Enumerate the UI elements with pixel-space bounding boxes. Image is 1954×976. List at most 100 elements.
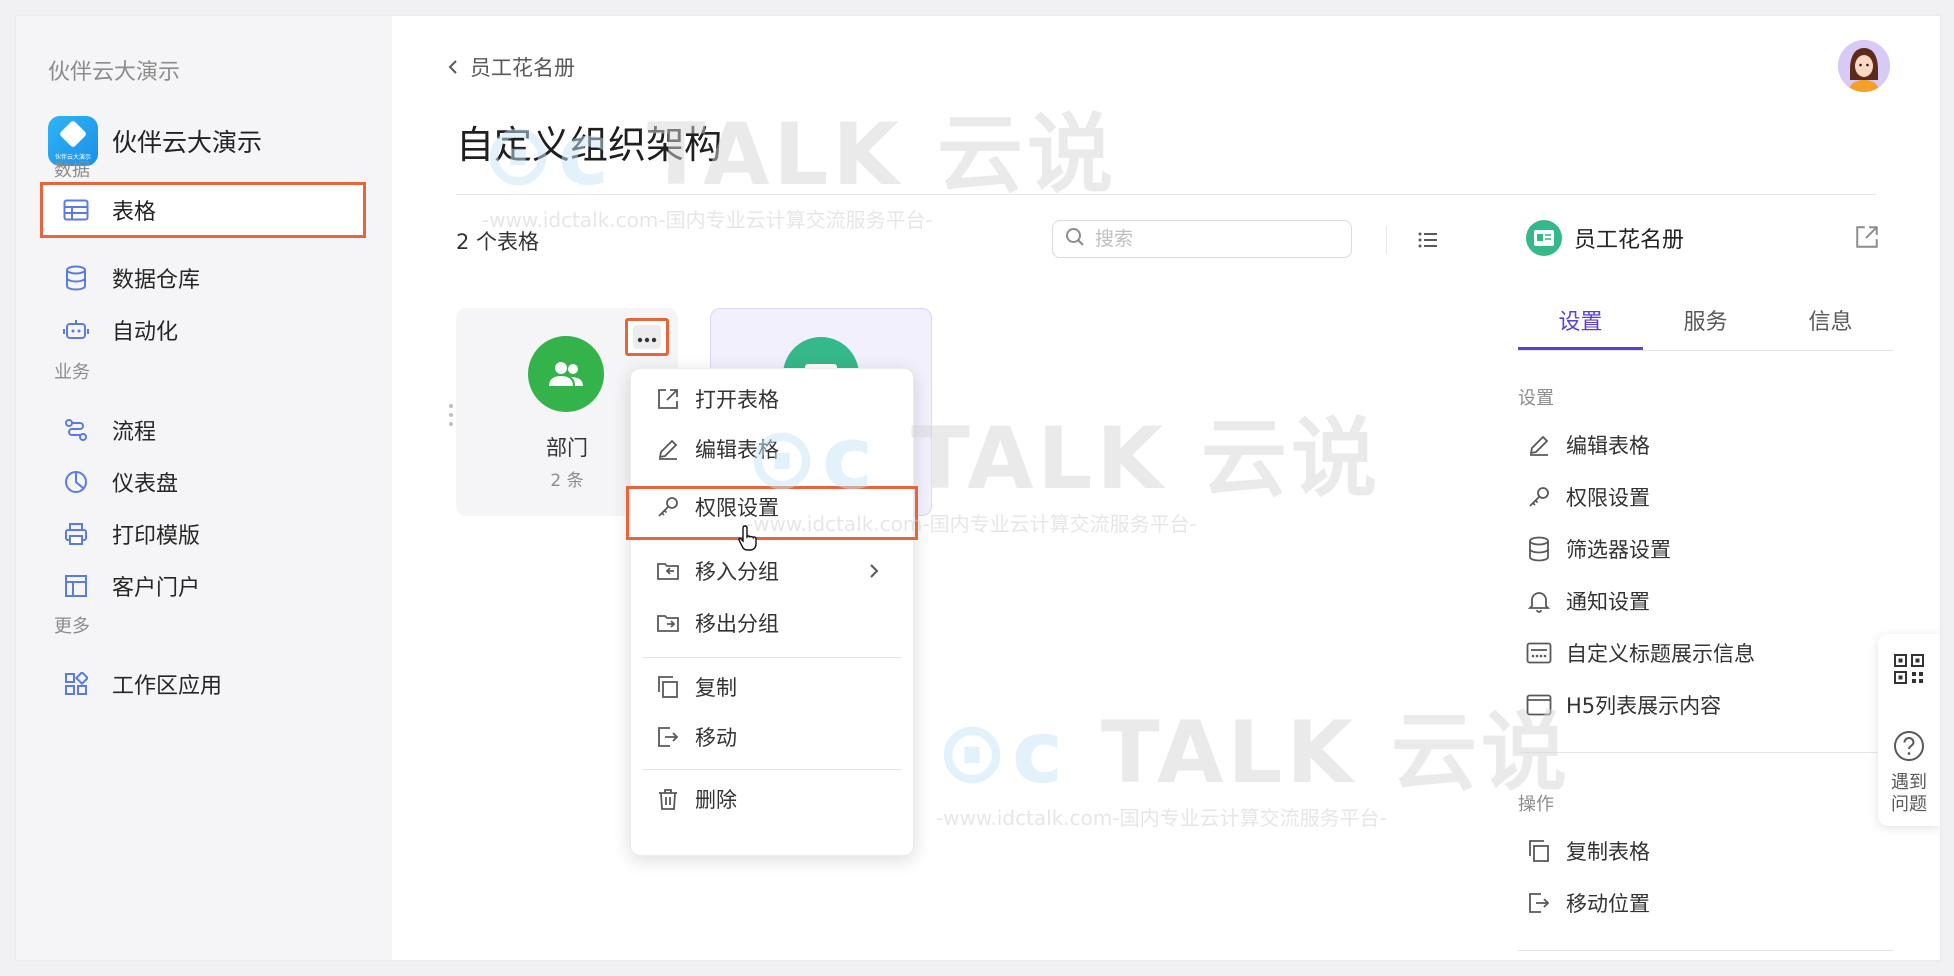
sidebar-item-print-templates[interactable]: 打印模版 [40, 506, 366, 562]
panel-item-edit-table[interactable]: 编辑表格 [1526, 428, 1650, 462]
sidebar-item-label: 客户门户 [112, 576, 201, 601]
tab-services[interactable]: 服务 [1643, 306, 1768, 350]
app-window: 伙伴云大演示 伙伴云大演示 伙伴云大演示 数据 表格 数据仓库 自动化 业务 流… [16, 16, 1940, 960]
menu-item-edit-table[interactable]: 编辑表格 [631, 429, 913, 469]
open-external-icon [655, 386, 681, 412]
menu-item-label: 编辑表格 [695, 438, 779, 462]
menu-divider [643, 657, 901, 658]
main-content: 员工花名册 自定义组织架构 2 个表格 部门 2 条 [392, 16, 1940, 960]
more-horizontal-icon [637, 328, 657, 347]
apps-icon [62, 670, 90, 698]
help-icon[interactable] [1893, 730, 1925, 762]
sidebar-item-label: 数据仓库 [112, 268, 201, 293]
sidebar-item-dashboard[interactable]: 仪表盘 [40, 454, 366, 510]
panel-header: 员工花名册 [1526, 220, 1684, 256]
panel-item-label: 编辑表格 [1566, 434, 1650, 458]
menu-divider [643, 769, 901, 770]
menu-item-move-out-group[interactable]: 移出分组 [631, 603, 913, 643]
sidebar-item-label: 打印模版 [112, 524, 201, 549]
tab-info[interactable]: 信息 [1768, 306, 1893, 350]
help-label[interactable]: 遇到问题 [1891, 772, 1927, 816]
section-label-settings: 设置 [1518, 388, 1554, 409]
key-icon [1526, 484, 1552, 510]
app-name: 伙伴云大演示 [112, 128, 263, 157]
card-more-button[interactable] [625, 318, 669, 356]
table-count: 2 个表格 [456, 230, 540, 254]
move-icon [655, 724, 681, 750]
watermark: ⊙c TALK 云说 -www.idctalk.com-国内专业云计算交流服务平… [936, 703, 1571, 830]
panel-item-custom-title[interactable]: 自定义标题展示信息 [1526, 636, 1755, 670]
panel-item-copy-table[interactable]: 复制表格 [1526, 834, 1650, 868]
menu-item-move-into-group[interactable]: 移入分组 [631, 551, 913, 591]
search-input[interactable] [1093, 227, 1337, 251]
users-icon [528, 336, 604, 412]
sidebar-item-flow[interactable]: 流程 [40, 402, 366, 458]
sidebar-item-label: 仪表盘 [112, 472, 179, 497]
breadcrumb: 员工花名册 [470, 56, 575, 80]
panel-item-label: 自定义标题展示信息 [1566, 642, 1755, 666]
id-card-icon [1526, 220, 1562, 256]
sidebar-item-customer-portal[interactable]: 客户门户 [40, 558, 366, 614]
menu-item-label: 移出分组 [695, 612, 779, 636]
section-label-more: 更多 [54, 616, 90, 637]
search-icon [1065, 227, 1085, 251]
section-label-operations: 操作 [1518, 794, 1554, 815]
flow-icon [62, 416, 90, 444]
menu-item-label: 复制 [695, 676, 737, 700]
dashboard-icon [62, 468, 90, 496]
list-view-button[interactable] [1414, 226, 1442, 254]
avatar[interactable] [1838, 40, 1890, 92]
sidebar-item-data-warehouse[interactable]: 数据仓库 [40, 250, 366, 306]
sidebar: 伙伴云大演示 伙伴云大演示 伙伴云大演示 数据 表格 数据仓库 自动化 业务 流… [16, 16, 392, 960]
section-label-data: 数据 [54, 160, 90, 181]
qr-code-icon[interactable] [1894, 654, 1924, 684]
back-link[interactable]: 员工花名册 [442, 52, 575, 82]
folder-in-icon [655, 558, 681, 584]
tab-settings[interactable]: 设置 [1518, 306, 1643, 350]
panel-item-label: 移动位置 [1566, 892, 1650, 916]
sidebar-item-label: 流程 [112, 420, 157, 445]
menu-item-open-table[interactable]: 打开表格 [631, 379, 913, 419]
title-card-icon [1526, 640, 1552, 666]
panel-item-label: 权限设置 [1566, 486, 1650, 510]
robot-icon [62, 316, 90, 344]
panel-item-permissions[interactable]: 权限设置 [1526, 480, 1650, 514]
list-icon [1414, 232, 1442, 258]
panel-item-move-position[interactable]: 移动位置 [1526, 886, 1650, 920]
folder-out-icon [655, 610, 681, 636]
copy-icon [1526, 838, 1552, 864]
pencil-icon [1526, 432, 1552, 458]
panel-item-filter-settings[interactable]: 筛选器设置 [1526, 532, 1671, 566]
menu-item-delete[interactable]: 删除 [631, 779, 913, 819]
panel-item-label: 复制表格 [1566, 840, 1650, 864]
window-icon [1526, 692, 1552, 718]
menu-item-duplicate[interactable]: 复制 [631, 667, 913, 707]
sidebar-item-workspace-apps[interactable]: 工作区应用 [40, 656, 366, 712]
chevron-right-icon [863, 560, 885, 582]
sidebar-item-label: 工作区应用 [112, 674, 223, 699]
panel-item-h5-list[interactable]: H5列表展示内容 [1526, 688, 1721, 722]
divider [1518, 752, 1894, 753]
sidebar-item-tables[interactable]: 表格 [40, 182, 366, 238]
menu-item-label: 打开表格 [695, 388, 779, 412]
sidebar-item-label: 表格 [112, 200, 157, 225]
section-label-business: 业务 [54, 362, 90, 383]
panel-item-label: H5列表展示内容 [1566, 694, 1722, 718]
bell-icon [1526, 588, 1552, 614]
divider [1518, 950, 1894, 951]
panel-item-label: 筛选器设置 [1566, 538, 1671, 562]
menu-item-permissions[interactable]: 权限设置 [631, 487, 913, 527]
menu-item-move[interactable]: 移动 [631, 717, 913, 757]
search-box[interactable] [1052, 220, 1352, 258]
database-icon [62, 264, 90, 292]
trash-icon [655, 786, 681, 812]
menu-item-label: 移动 [695, 726, 737, 750]
sidebar-item-automation[interactable]: 自动化 [40, 302, 366, 358]
panel-item-notifications[interactable]: 通知设置 [1526, 584, 1650, 618]
database-icon [1526, 536, 1552, 562]
menu-item-label: 权限设置 [695, 496, 779, 520]
open-external-button[interactable] [1854, 224, 1880, 250]
hand-cursor-icon [738, 524, 760, 552]
floating-toolbar: 遇到问题 [1878, 634, 1940, 826]
table-icon [62, 196, 90, 224]
